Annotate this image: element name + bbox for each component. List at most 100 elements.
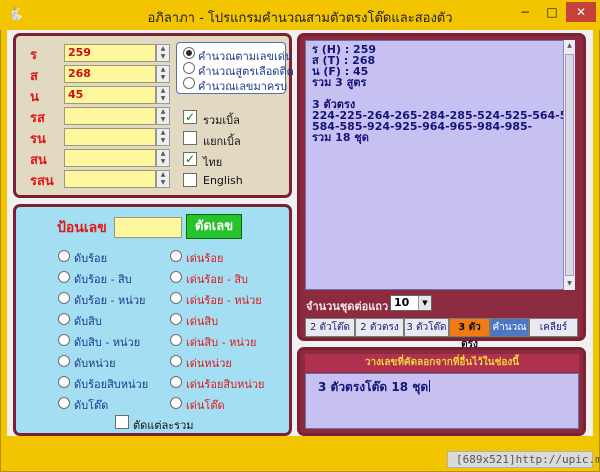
chevron-down-icon[interactable]: ▼ xyxy=(161,74,166,81)
filter-right-5[interactable] xyxy=(170,355,182,367)
chevron-down-icon[interactable]: ▼ xyxy=(161,53,166,60)
tab-two-straight[interactable]: 2 ตัวตรง xyxy=(355,318,404,337)
window-title: อภิลาภา - โปรแกรมคำนวณสามตัวตรงโต๊ดและสอ… xyxy=(147,11,453,26)
filter-left-1[interactable] xyxy=(58,271,70,283)
row-label-n: น xyxy=(30,90,39,105)
row-label-rsn: รสน xyxy=(30,174,54,189)
result-textarea[interactable]: ร (H) : 259 ส (T) : 268 น (F) : 45 รวม 3… xyxy=(305,40,575,290)
checkbox-combine-double[interactable]: ✓ xyxy=(183,110,197,124)
filter-left-6-label: ดับร้อยสิบหน่วย xyxy=(74,378,149,391)
filter-right-6-label: เด่นร้อยสิบหน่วย xyxy=(186,378,265,391)
chevron-up-icon[interactable]: ▲ xyxy=(161,108,166,115)
clear-button[interactable]: เคลียร์ xyxy=(529,318,578,337)
checkbox-split-double[interactable] xyxy=(183,131,197,145)
filter-left-5-label: ดับหน่วย xyxy=(74,357,116,370)
checkbox-english[interactable] xyxy=(183,173,197,187)
filter-right-3[interactable] xyxy=(170,313,182,325)
checkbox-cut-combined-label: ตัดแต่ละรวม xyxy=(133,419,194,432)
radio-mode-1[interactable] xyxy=(183,62,195,74)
filter-right-7-label: เด่นโต๊ด xyxy=(186,399,225,412)
chevron-up-icon[interactable]: ▲ xyxy=(161,171,166,178)
per-row-select[interactable]: 10 ▼ xyxy=(390,295,432,311)
spin-rn[interactable]: ▲ ▼ xyxy=(156,128,170,146)
tab-three-straight[interactable]: 3 ตัวตรง xyxy=(449,318,490,350)
chevron-up-icon[interactable]: ▲ xyxy=(161,129,166,136)
checkbox-split-double-label: แยกเบิ้ล xyxy=(203,135,241,148)
radio-mode-0[interactable] xyxy=(183,47,195,59)
filter-left-0[interactable] xyxy=(58,250,70,262)
input-rs[interactable] xyxy=(64,107,156,125)
filter-right-6[interactable] xyxy=(170,376,182,388)
result-scrollbar[interactable]: ▲ ▼ xyxy=(563,40,575,290)
spin-sn[interactable]: ▲ ▼ xyxy=(156,149,170,167)
minimize-button[interactable]: − xyxy=(512,2,538,22)
filter-right-1[interactable] xyxy=(170,271,182,283)
close-button[interactable]: ✕ xyxy=(566,2,596,22)
checkbox-thai-label: ไทย xyxy=(203,156,223,169)
scroll-up-icon[interactable]: ▲ xyxy=(564,40,575,52)
filter-left-5[interactable] xyxy=(58,355,70,367)
filter-right-4-label: เด่นสิบ - หน่วย xyxy=(186,336,257,349)
result-line-8: รวม 18 ชุด xyxy=(312,131,369,144)
row-label-rs: รส xyxy=(30,111,45,126)
maximize-button[interactable]: □ xyxy=(539,2,565,22)
checkbox-combine-double-label: รวมเบิ้ล xyxy=(203,114,240,127)
chevron-down-icon[interactable]: ▼ xyxy=(418,296,431,310)
chevron-down-icon[interactable]: ▼ xyxy=(161,95,166,102)
chevron-down-icon[interactable]: ▼ xyxy=(161,179,166,186)
filter-left-7-label: ดับโต๊ด xyxy=(74,399,109,412)
row-label-r: ร xyxy=(30,48,37,63)
filter-right-4[interactable] xyxy=(170,334,182,346)
input-s[interactable]: 268 xyxy=(64,65,156,83)
input-sn[interactable] xyxy=(64,149,156,167)
row-label-s: ส xyxy=(30,69,38,84)
notes-header: วางเลขที่คัดลอกจากที่อื่นไว้ในช่องนี้ xyxy=(305,354,579,372)
chevron-up-icon[interactable]: ▲ xyxy=(161,87,166,94)
scroll-thumb[interactable] xyxy=(565,54,574,276)
chevron-down-icon[interactable]: ▼ xyxy=(161,137,166,144)
filter-input-label: ป้อนเลข xyxy=(57,220,107,236)
filter-left-3-label: ดับสิบ xyxy=(74,315,102,328)
filter-left-2[interactable] xyxy=(58,292,70,304)
chevron-up-icon[interactable]: ▲ xyxy=(161,66,166,73)
status-watermark: [689x521]http://upic.me xyxy=(447,451,600,468)
chevron-up-icon[interactable]: ▲ xyxy=(161,45,166,52)
spin-rsn[interactable]: ▲ ▼ xyxy=(156,170,170,188)
notes-textarea[interactable]: 3 ตัวตรงโต๊ด 18 ชุด xyxy=(305,373,579,429)
filter-right-2-label: เด่นร้อย - หน่วย xyxy=(186,294,262,307)
chevron-down-icon[interactable]: ▼ xyxy=(161,116,166,123)
spin-r[interactable]: ▲ ▼ xyxy=(156,44,170,62)
filter-input[interactable] xyxy=(114,217,182,238)
chevron-up-icon[interactable]: ▲ xyxy=(161,150,166,157)
spin-rs[interactable]: ▲ ▼ xyxy=(156,107,170,125)
tab-two-tod[interactable]: 2 ตัวโต๊ด xyxy=(305,318,355,337)
filter-right-3-label: เด่นสิบ xyxy=(186,315,219,328)
filter-left-7[interactable] xyxy=(58,397,70,409)
filter-left-4-label: ดับสิบ - หน่วย xyxy=(74,336,141,349)
filter-right-2[interactable] xyxy=(170,292,182,304)
checkbox-english-label: English xyxy=(203,174,243,187)
spin-s[interactable]: ▲ ▼ xyxy=(156,65,170,83)
filter-right-7[interactable] xyxy=(170,397,182,409)
filter-right-0[interactable] xyxy=(170,250,182,262)
filter-left-4[interactable] xyxy=(58,334,70,346)
spin-n[interactable]: ▲ ▼ xyxy=(156,86,170,104)
filter-left-2-label: ดับร้อย - หน่วย xyxy=(74,294,146,307)
checkbox-cut-combined[interactable] xyxy=(115,415,129,429)
per-row-label: จำนวนชุดต่อแถว xyxy=(306,300,389,313)
input-n[interactable]: 45 xyxy=(64,86,156,104)
tab-three-tod[interactable]: 3 ตัวโต๊ด xyxy=(404,318,449,337)
per-row-value: 10 xyxy=(394,296,410,309)
checkbox-thai[interactable]: ✓ xyxy=(183,152,197,166)
input-rsn[interactable] xyxy=(64,170,156,188)
input-rn[interactable] xyxy=(64,128,156,146)
scroll-down-icon[interactable]: ▼ xyxy=(564,278,575,290)
calculate-button[interactable]: คำนวณ xyxy=(490,318,529,337)
cut-number-button[interactable]: ตัดเลข xyxy=(186,214,242,239)
radio-mode-2[interactable] xyxy=(183,77,195,89)
input-r[interactable]: 259 xyxy=(64,44,156,62)
chevron-down-icon[interactable]: ▼ xyxy=(161,158,166,165)
filter-left-3[interactable] xyxy=(58,313,70,325)
action-tabs: 2 ตัวโต๊ด 2 ตัวตรง 3 ตัวโต๊ด 3 ตัวตรง คำ… xyxy=(305,318,578,350)
filter-left-6[interactable] xyxy=(58,376,70,388)
